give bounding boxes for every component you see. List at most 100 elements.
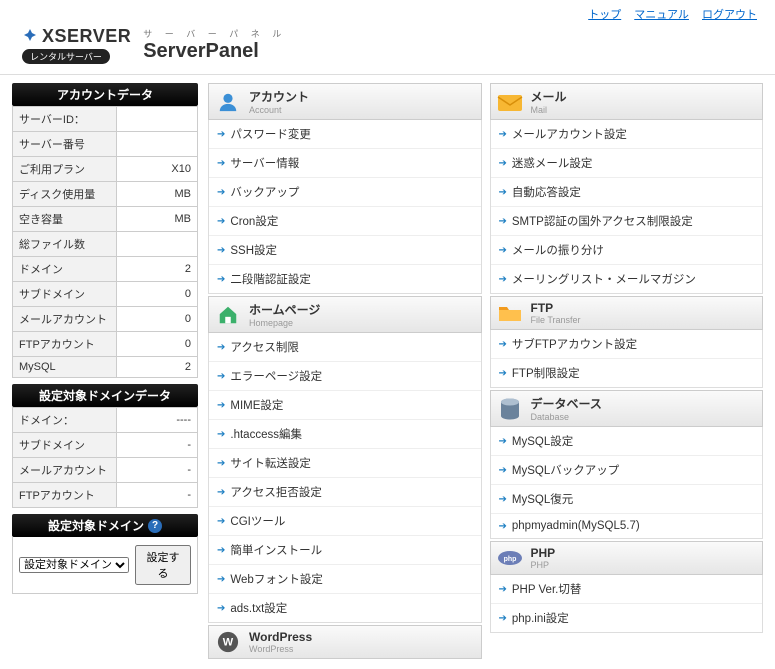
row-label: サーバー番号 bbox=[13, 132, 117, 157]
menu-item[interactable]: ➔アクセス制限 bbox=[209, 333, 481, 362]
brand-badge: レンタルサーバー bbox=[22, 49, 110, 64]
link-top[interactable]: トップ bbox=[588, 9, 621, 21]
menu-item-label: サイト転送設定 bbox=[230, 455, 311, 471]
menu-item[interactable]: ➔簡単インストール bbox=[209, 536, 481, 565]
menu-item[interactable]: ➔PHP Ver.切替 bbox=[491, 575, 763, 604]
domain-select[interactable]: 設定対象ドメイン未 bbox=[19, 557, 129, 573]
category-title-en: File Transfer bbox=[531, 315, 581, 325]
menu-item-label: サブFTPアカウント設定 bbox=[512, 336, 637, 352]
menu-item[interactable]: ➔ 迷惑メール設定 bbox=[491, 149, 763, 178]
menu-item[interactable]: ➔サーバー情報 bbox=[209, 149, 481, 178]
menu-item-label: php.ini設定 bbox=[512, 610, 569, 626]
menu-item-label: MIME設定 bbox=[230, 397, 283, 413]
row-value: 0 bbox=[116, 307, 197, 332]
account-row: サーバー番号 bbox=[13, 132, 198, 157]
menu-item-label: Webフォント設定 bbox=[230, 571, 322, 587]
arrow-icon: ➔ bbox=[217, 545, 225, 556]
menu-item[interactable]: ➔パスワード変更 bbox=[209, 120, 481, 149]
menu-item[interactable]: ➔サイト転送設定 bbox=[209, 449, 481, 478]
menu-item[interactable]: ➔ads.txt設定 bbox=[209, 594, 481, 622]
category-title-jp: PHP bbox=[531, 546, 556, 560]
category-title-en: Database bbox=[531, 412, 602, 422]
menu-item[interactable]: ➔ メールの振り分け bbox=[491, 236, 763, 265]
account-data-table: サーバーID：サーバー番号ご利用プランX10ディスク使用量MB空き容量MB総ファ… bbox=[12, 106, 198, 378]
arrow-icon: ➔ bbox=[499, 158, 507, 169]
row-value bbox=[116, 107, 197, 132]
menu-item-label: 自動応答設定 bbox=[512, 184, 581, 200]
menu-item-label: 迷惑メール設定 bbox=[512, 155, 593, 171]
category-header-homepage: ホームページHomepage bbox=[208, 296, 482, 333]
menu-item[interactable]: ➔自動応答設定 bbox=[491, 178, 763, 207]
row-label: ドメイン： bbox=[13, 408, 117, 433]
arrow-icon: ➔ bbox=[499, 521, 507, 532]
menu-item[interactable]: ➔ Webフォント設定 bbox=[209, 565, 481, 594]
row-value: 2 bbox=[116, 257, 197, 282]
menu-item-label: phpmyadmin(MySQL5.7) bbox=[512, 520, 640, 532]
account-row: ドメイン2 bbox=[13, 257, 198, 282]
menu-item-label: エラーページ設定 bbox=[230, 368, 322, 384]
row-label: FTPアカウント bbox=[13, 332, 117, 357]
link-logout[interactable]: ログアウト bbox=[702, 9, 757, 21]
account-row: ディスク使用量MB bbox=[13, 182, 198, 207]
sidebar-header-account: アカウントデータ bbox=[12, 83, 198, 106]
account-row: サーバーID： bbox=[13, 107, 198, 132]
row-label: ご利用プラン bbox=[13, 157, 117, 182]
sidebar: アカウントデータ サーバーID：サーバー番号ご利用プランX10ディスク使用量MB… bbox=[12, 83, 198, 661]
account-row: サブドメイン0 bbox=[13, 282, 198, 307]
menu-item-label: MySQL復元 bbox=[512, 491, 573, 507]
arrow-icon: ➔ bbox=[499, 465, 507, 476]
menu-item[interactable]: ➔MySQLバックアップ bbox=[491, 456, 763, 485]
menu-item[interactable]: ➔バックアップ bbox=[209, 178, 481, 207]
menu-item[interactable]: ➔MIME設定 bbox=[209, 391, 481, 420]
row-value: MB bbox=[116, 207, 197, 232]
account-row: 総ファイル数 bbox=[13, 232, 198, 257]
category-title-jp: アカウント bbox=[249, 88, 309, 105]
menu-item-label: メールの振り分け bbox=[512, 242, 604, 258]
menu-item[interactable]: ➔メールアカウント設定 bbox=[491, 120, 763, 149]
arrow-icon: ➔ bbox=[499, 494, 507, 505]
main-column-left: アカウントAccount➔パスワード変更➔サーバー情報➔バックアップ➔Cron設… bbox=[208, 83, 482, 661]
category-title-jp: WordPress bbox=[249, 630, 312, 644]
category-database: データベースDatabase➔MySQL設定➔MySQLバックアップ➔MySQL… bbox=[490, 390, 764, 539]
target-domain-table: ドメイン：----サブドメイン-メールアカウント-FTPアカウント- bbox=[12, 407, 198, 508]
arrow-icon: ➔ bbox=[217, 574, 225, 585]
arrow-icon: ➔ bbox=[217, 342, 225, 353]
menu-item[interactable]: ➔CGIツール bbox=[209, 507, 481, 536]
menu-item[interactable]: ➔ phpmyadmin(MySQL5.7) bbox=[491, 514, 763, 538]
arrow-icon: ➔ bbox=[499, 245, 507, 256]
category-title-en: PHP bbox=[531, 560, 556, 570]
menu-item[interactable]: ➔メーリングリスト・メールマガジン bbox=[491, 265, 763, 293]
top-links: トップ マニュアル ログアウト bbox=[0, 0, 775, 22]
menu-item[interactable]: ➔アクセス拒否設定 bbox=[209, 478, 481, 507]
menu-item[interactable]: ➔二段階認証設定 bbox=[209, 265, 481, 293]
category-header-ftp: FTPFile Transfer bbox=[490, 296, 764, 330]
mail-icon bbox=[497, 91, 523, 113]
category-title-jp: メール bbox=[531, 88, 567, 105]
menu-item[interactable]: ➔.htaccess編集 bbox=[209, 420, 481, 449]
menu-item[interactable]: ➔エラーページ設定 bbox=[209, 362, 481, 391]
help-icon[interactable]: ? bbox=[148, 519, 162, 533]
menu-item[interactable]: ➔ SSH設定 bbox=[209, 236, 481, 265]
menu-item-label: FTP制限設定 bbox=[512, 365, 580, 381]
menu-item[interactable]: ➔MySQL設定 bbox=[491, 427, 763, 456]
arrow-icon: ➔ bbox=[499, 584, 507, 595]
domain-set-button[interactable]: 設定する bbox=[135, 545, 191, 585]
menu-item-label: SSH設定 bbox=[230, 242, 277, 258]
menu-item[interactable]: ➔サブFTPアカウント設定 bbox=[491, 330, 763, 359]
menu-item[interactable]: ➔FTP制限設定 bbox=[491, 359, 763, 387]
arrow-icon: ➔ bbox=[217, 245, 225, 256]
menu-item-label: パスワード変更 bbox=[230, 126, 311, 142]
menu-item-label: SMTP認証の国外アクセス制限設定 bbox=[512, 213, 693, 229]
row-value bbox=[116, 232, 197, 257]
link-manual[interactable]: マニュアル bbox=[634, 9, 689, 21]
arrow-icon: ➔ bbox=[217, 487, 225, 498]
menu-item-label: メーリングリスト・メールマガジン bbox=[512, 271, 696, 287]
category-mail: メールMail➔メールアカウント設定➔迷惑メール設定➔自動応答設定➔SMTP認証… bbox=[490, 83, 764, 294]
category-header-database: データベースDatabase bbox=[490, 390, 764, 427]
menu-item[interactable]: ➔Cron設定 bbox=[209, 207, 481, 236]
menu-item[interactable]: ➔php.ini設定 bbox=[491, 604, 763, 632]
arrow-icon: ➔ bbox=[217, 274, 225, 285]
menu-item[interactable]: ➔ MySQL復元 bbox=[491, 485, 763, 514]
menu-item[interactable]: ➔SMTP認証の国外アクセス制限設定 bbox=[491, 207, 763, 236]
row-label: メールアカウント bbox=[13, 458, 117, 483]
